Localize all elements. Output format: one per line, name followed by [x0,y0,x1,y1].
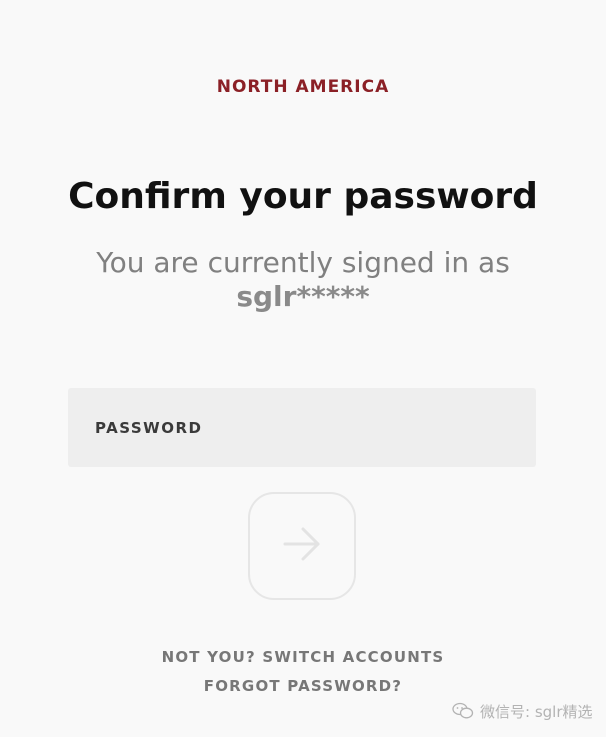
wechat-icon [452,702,474,720]
page-title: Confirm your password [68,176,538,217]
signed-in-text: You are currently signed in as [96,246,510,279]
arrow-right-icon [281,523,323,569]
submit-button[interactable] [248,492,356,600]
password-field[interactable]: PASSWORD [68,388,536,467]
password-input[interactable] [68,388,536,467]
forgot-password-link[interactable]: FORGOT PASSWORD? [0,677,606,695]
region-label: NORTH AMERICA [216,77,390,97]
signed-in-message: You are currently signed in as sglr***** [60,246,546,314]
username: sglr***** [236,280,370,313]
watermark: 微信号: sglr精选 [452,700,593,722]
switch-accounts-link[interactable]: NOT YOU? SWITCH ACCOUNTS [0,648,606,666]
watermark-text: 微信号: sglr精选 [480,702,593,721]
